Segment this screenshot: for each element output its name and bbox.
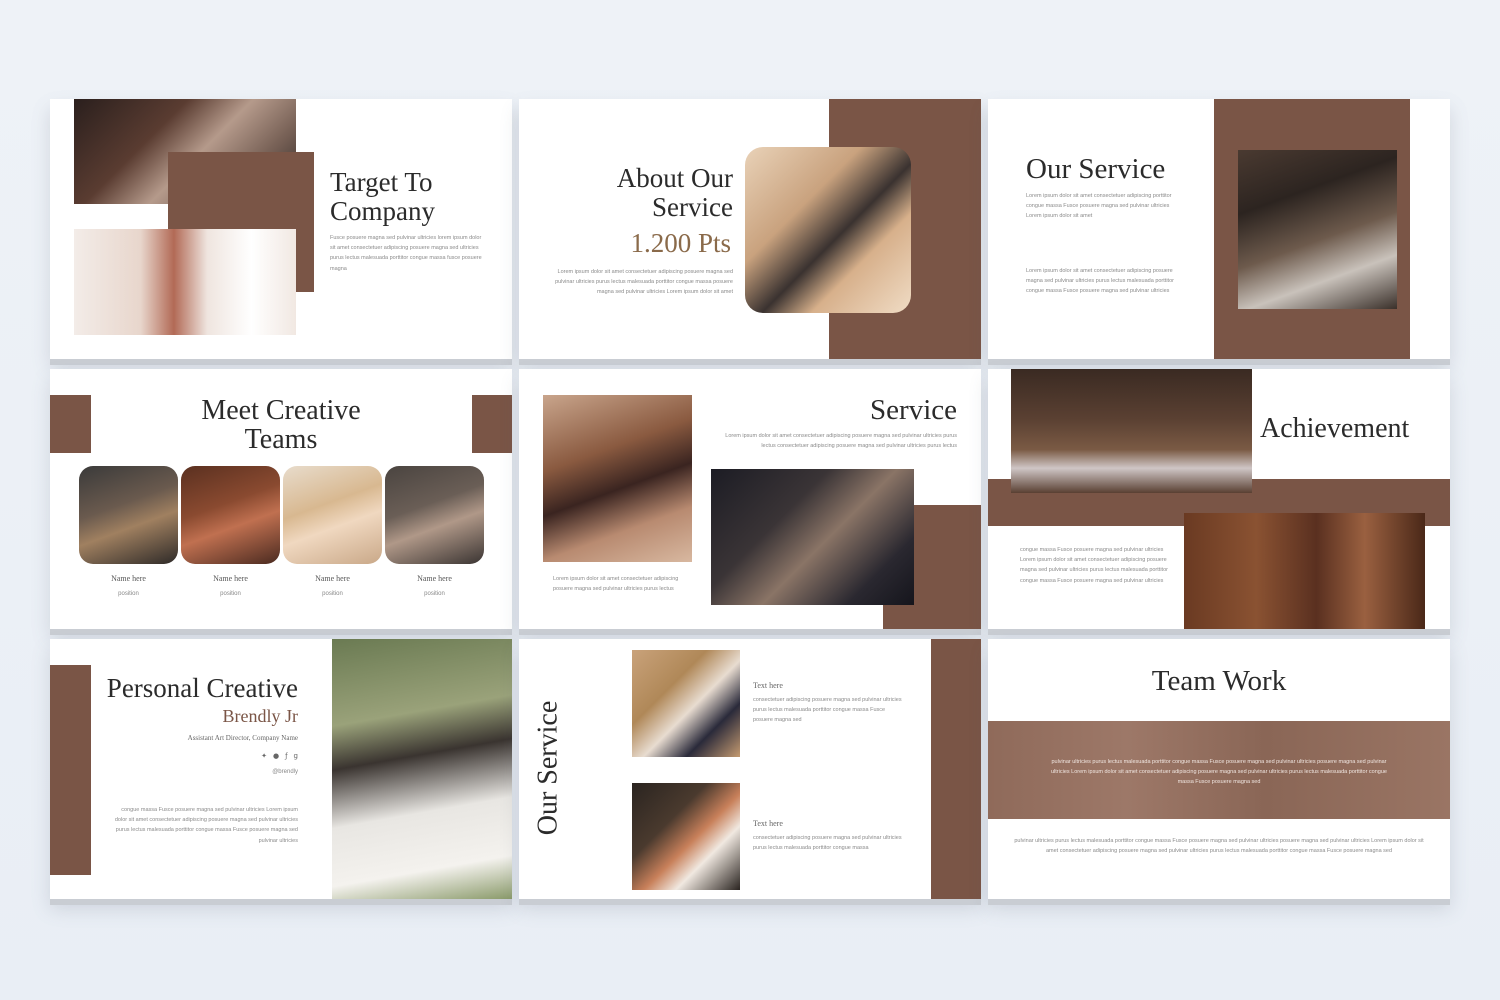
photo-woman-balcony: [1238, 150, 1397, 309]
slide-title: Meet Creative Teams: [50, 397, 512, 454]
slide-title-vertical: Our Service: [532, 700, 564, 836]
slide-body-bottom: Lorem ipsum dolor sit amet consectetuer …: [553, 576, 679, 593]
member-position: position: [118, 591, 139, 597]
slide-title: Target To Company: [330, 169, 435, 225]
social-links: ✦ ● ƒ g: [261, 752, 298, 760]
accent-block: [50, 665, 91, 875]
slide-body: Lorem ipsum dolor sit amet consectetuer …: [555, 269, 733, 296]
points-value: 1.200 Pts: [630, 228, 731, 258]
slide-service[interactable]: Service Lorem ipsum dolor sit amet conse…: [519, 369, 981, 629]
item-1-label: Text here: [753, 681, 783, 690]
title-line-1: Meet Creative: [201, 395, 361, 426]
member-photo: [79, 466, 178, 564]
slide-meet-creative-teams[interactable]: Meet Creative Teams Name here position N…: [50, 369, 512, 629]
slide-body: congue massa Fusce posuere magna sed pul…: [1020, 547, 1168, 584]
accent-block: [931, 639, 981, 899]
slide-body-2: Lorem ipsum dolor sit amet consectetuer …: [1026, 268, 1174, 295]
photo-woman-chair: [632, 650, 740, 757]
item-2-body: consectetuer adipiscing posuere magna se…: [753, 835, 902, 852]
slide-achievement[interactable]: Achievement congue massa Fusce posuere m…: [988, 369, 1450, 629]
photo-woman-door: [1184, 513, 1425, 629]
member-name: Name here: [315, 574, 350, 583]
member-position: position: [220, 591, 241, 597]
item-2-label: Text here: [753, 819, 783, 828]
twitter-icon[interactable]: ✦: [261, 752, 267, 760]
photo-woman-forest: [1011, 369, 1252, 493]
photo-man-hoodie: [332, 639, 512, 899]
overlay-body: pulvinar ultricies purus lectus malesuad…: [1051, 759, 1387, 786]
member-photo: [283, 466, 382, 564]
slide-title: Service: [870, 394, 957, 426]
title-line-1: About Our: [616, 163, 733, 193]
photo-shoe-store: [74, 229, 296, 335]
pinterest-icon[interactable]: ●: [273, 752, 279, 760]
slide-title: Achievement: [1260, 413, 1410, 444]
title-line-1: Target To: [330, 167, 433, 197]
title-line-2: Service: [652, 192, 733, 222]
member-position: position: [322, 591, 343, 597]
photo-woman-fur: [711, 469, 914, 605]
slide-body: pulvinar ultricies purus lectus malesuad…: [1014, 838, 1424, 855]
slide-body: congue massa Fusce posuere magna sed pul…: [114, 807, 298, 844]
person-handle: @brendly: [272, 769, 298, 775]
photo-woman-makeup: [745, 147, 911, 313]
slide-our-service[interactable]: Our Service Lorem ipsum dolor sit amet c…: [988, 99, 1450, 359]
title-line-2: Company: [330, 196, 435, 226]
person-role: Assistant Art Director, Company Name: [187, 734, 298, 742]
title-line-2: Teams: [244, 424, 318, 455]
person-name: Brendly Jr: [222, 706, 299, 726]
slide-about-our-service[interactable]: About Our Service 1.200 Pts Lorem ipsum …: [519, 99, 981, 359]
member-position: position: [424, 591, 445, 597]
slide-body-top: Lorem ipsum dolor sit amet consectetuer …: [725, 433, 957, 450]
slide-body: Fusce posuere magna sed pulvinar ultrici…: [330, 235, 482, 272]
googleplus-icon[interactable]: g: [294, 752, 298, 760]
slide-our-service-vertical[interactable]: Our Service Text here consectetuer adipi…: [519, 639, 981, 899]
member-name: Name here: [213, 574, 248, 583]
photo-desk-overlay: pulvinar ultricies purus lectus malesuad…: [988, 721, 1450, 819]
photo-woman-flowers: [632, 783, 740, 890]
member-photo: [385, 466, 484, 564]
slide-title: Our Service: [1026, 153, 1166, 185]
member-name: Name here: [417, 574, 452, 583]
slide-title: Team Work: [1151, 665, 1287, 697]
slide-title: Personal Creative: [106, 673, 298, 703]
photo-woman-portrait: [543, 395, 692, 562]
slide-personal-creative[interactable]: Personal Creative Brendly Jr Assistant A…: [50, 639, 512, 899]
slide-title: About Our Service: [617, 165, 733, 221]
member-photo: [181, 466, 280, 564]
facebook-icon[interactable]: ƒ: [285, 752, 287, 760]
member-name: Name here: [111, 574, 146, 583]
slide-body-1: Lorem ipsum dolor sit amet consectetuer …: [1026, 193, 1172, 220]
item-1-body: consectetuer adipiscing posuere magna se…: [753, 697, 902, 724]
slide-target-to-company[interactable]: Target To Company Fusce posuere magna se…: [50, 99, 512, 359]
slide-team-work[interactable]: Team Work pulvinar ultricies purus lectu…: [988, 639, 1450, 899]
